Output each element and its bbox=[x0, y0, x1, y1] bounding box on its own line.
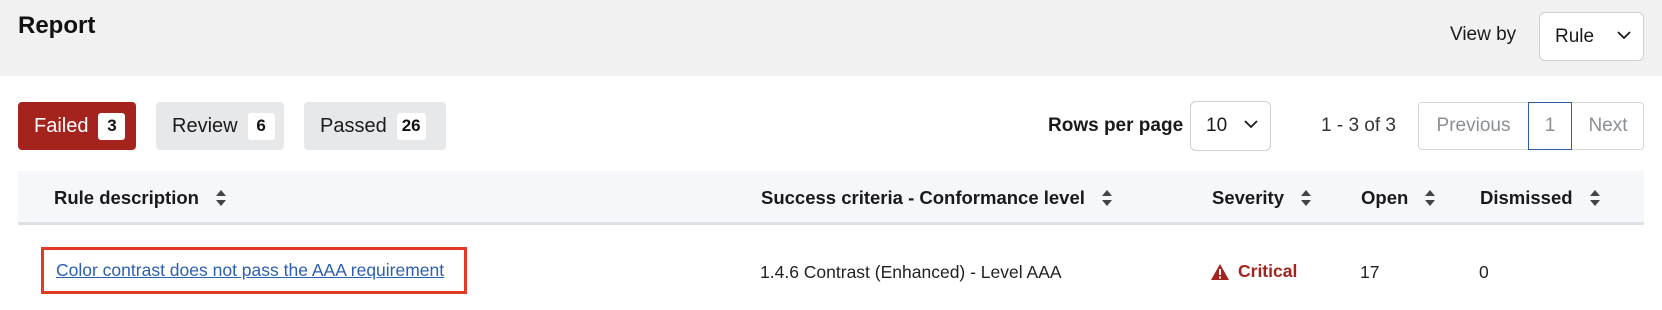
rule-description-link[interactable]: Color contrast does not pass the AAA req… bbox=[56, 260, 444, 281]
tab-review-label: Review bbox=[172, 114, 238, 137]
column-header-open[interactable]: Open bbox=[1361, 187, 1436, 209]
page-1-button[interactable]: 1 bbox=[1528, 102, 1572, 150]
tab-passed[interactable]: Passed 26 bbox=[304, 102, 446, 150]
chevron-down-icon bbox=[1617, 28, 1631, 42]
rows-per-page-value: 10 bbox=[1206, 115, 1228, 136]
pagination: Previous 1 Next bbox=[1418, 102, 1644, 150]
sort-icon bbox=[1424, 189, 1436, 207]
sort-icon bbox=[1101, 189, 1113, 207]
success-criteria-cell: 1.4.6 Contrast (Enhanced) - Level AAA bbox=[760, 262, 1062, 282]
previous-page-button[interactable]: Previous bbox=[1419, 103, 1528, 149]
tab-failed[interactable]: Failed 3 bbox=[18, 102, 136, 150]
severity-cell: Critical bbox=[1210, 261, 1297, 282]
table-header: Rule description Success criteria - Conf… bbox=[18, 171, 1644, 225]
rows-per-page-select[interactable]: 10 bbox=[1190, 101, 1271, 151]
tab-failed-count: 3 bbox=[98, 112, 126, 140]
tab-passed-label: Passed bbox=[320, 114, 387, 137]
sort-icon bbox=[215, 189, 227, 207]
pagination-range: 1 - 3 of 3 bbox=[1321, 115, 1396, 136]
severity-label: Critical bbox=[1238, 261, 1298, 281]
sort-icon bbox=[1589, 189, 1601, 207]
rows-per-page-label: Rows per page bbox=[1048, 115, 1184, 136]
column-header-rule-description[interactable]: Rule description bbox=[54, 187, 227, 209]
warning-triangle-icon bbox=[1210, 263, 1230, 281]
view-by-select[interactable]: Rule bbox=[1539, 12, 1644, 61]
column-header-label: Rule description bbox=[54, 187, 199, 208]
column-header-label: Success criteria - Conformance level bbox=[761, 187, 1085, 208]
column-header-dismissed[interactable]: Dismissed bbox=[1480, 187, 1601, 209]
view-by-value: Rule bbox=[1555, 25, 1595, 47]
dismissed-count-cell: 0 bbox=[1479, 262, 1489, 282]
view-by-label: View by bbox=[1450, 24, 1517, 45]
report-header: Report View by Rule bbox=[0, 0, 1662, 76]
column-header-label: Severity bbox=[1212, 187, 1284, 208]
tab-failed-label: Failed bbox=[34, 114, 89, 137]
column-header-success-criteria[interactable]: Success criteria - Conformance level bbox=[761, 187, 1113, 209]
next-page-button[interactable]: Next bbox=[1572, 103, 1644, 149]
chevron-down-icon bbox=[1244, 117, 1258, 131]
tab-passed-count: 26 bbox=[396, 112, 426, 140]
tab-review-count: 6 bbox=[247, 112, 275, 140]
highlight-outline: Color contrast does not pass the AAA req… bbox=[41, 247, 467, 294]
page-title: Report bbox=[18, 12, 96, 39]
tab-review[interactable]: Review 6 bbox=[156, 102, 284, 150]
open-count-cell: 17 bbox=[1360, 262, 1380, 282]
column-header-label: Dismissed bbox=[1480, 187, 1573, 208]
sort-icon bbox=[1300, 189, 1312, 207]
column-header-label: Open bbox=[1361, 187, 1409, 208]
column-header-severity[interactable]: Severity bbox=[1212, 187, 1312, 209]
table-row: Color contrast does not pass the AAA req… bbox=[18, 228, 1644, 310]
